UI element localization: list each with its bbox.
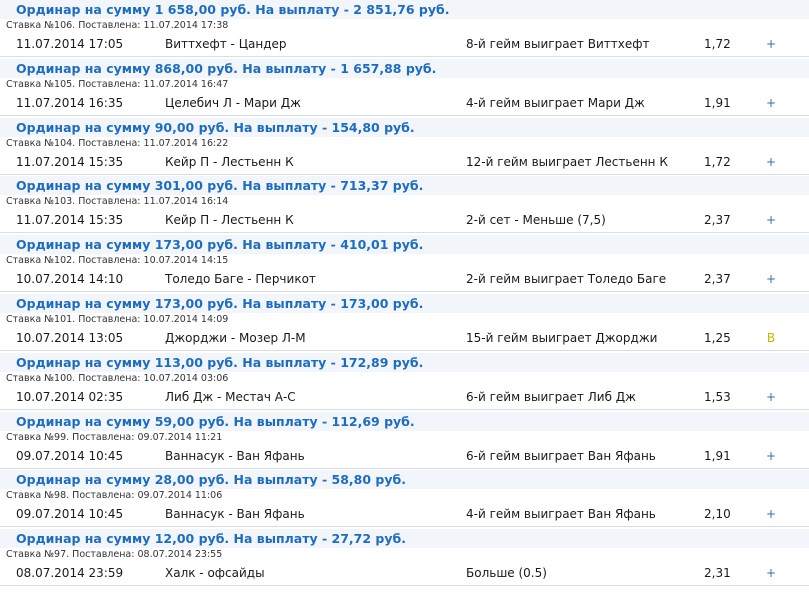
bet-entry: Ординар на сумму 28,00 руб. На выплату -… <box>0 470 809 529</box>
bet-entry: Ординар на сумму 868,00 руб. На выплату … <box>0 58 809 118</box>
bet-summary-title: Ординар на сумму 90,00 руб. На выплату -… <box>16 119 415 135</box>
bet-entry: Ординар на сумму 113,00 руб. На выплату … <box>0 352 809 412</box>
bet-detail-row: 09.07.2014 10:45 Ваннасук - Ван Яфань 6-… <box>0 445 809 469</box>
match-name: Халк - офсайды <box>165 566 265 581</box>
bet-result-mark: + <box>765 213 777 228</box>
bet-odds: 1,25 <box>704 330 731 345</box>
bet-summary-title: Ординар на сумму 113,00 руб. На выплату … <box>16 354 424 370</box>
bet-summary-title: Ординар на сумму 59,00 руб. На выплату -… <box>16 413 415 429</box>
event-datetime: 11.07.2014 15:35 <box>16 154 124 169</box>
bet-meta-info: Ставка №103. Поставлена: 11.07.2014 16:1… <box>6 196 229 208</box>
bet-result-mark: + <box>765 566 777 581</box>
bet-detail-row: 10.07.2014 13:05 Джорджи - Мозер Л-М 15-… <box>0 327 809 351</box>
bet-summary-title: Ординар на сумму 28,00 руб. На выплату -… <box>16 472 406 488</box>
bet-odds: 2,10 <box>704 507 731 522</box>
bet-outcome: 4-й гейм выиграет Ван Яфань <box>466 507 656 522</box>
bet-summary-title: Ординар на сумму 173,00 руб. На выплату … <box>16 237 424 253</box>
bet-outcome: 6-й гейм выиграет Ван Яфань <box>466 448 656 463</box>
bet-meta-info: Ставка №98. Поставлена: 09.07.2014 11:06 <box>6 490 223 502</box>
event-datetime: 09.07.2014 10:45 <box>16 507 124 522</box>
match-name: Кейр П - Лестьенн К <box>165 213 294 228</box>
bet-outcome: 4-й гейм выиграет Мари Дж <box>466 95 645 110</box>
bet-odds: 1,91 <box>704 448 731 463</box>
bet-result-mark: + <box>765 507 777 522</box>
event-datetime: 10.07.2014 13:05 <box>16 330 124 345</box>
bet-result-mark: В <box>766 330 776 345</box>
match-name: Ваннасук - Ван Яфань <box>165 507 305 522</box>
bet-outcome: 2-й сет - Меньше (7,5) <box>466 213 606 228</box>
bet-meta-info: Ставка №101. Поставлена: 10.07.2014 14:0… <box>6 313 229 325</box>
bet-meta-info: Ставка №99. Поставлена: 09.07.2014 11:21 <box>6 431 223 443</box>
bet-entry: Ординар на сумму 1 658,00 руб. На выплат… <box>0 0 809 59</box>
bet-detail-row: 11.07.2014 16:35 Целебич Л - Мари Дж 4-й… <box>0 92 809 116</box>
bet-detail-row: 11.07.2014 15:35 Кейр П - Лестьенн К 12-… <box>0 151 809 175</box>
bet-entry: Ординар на сумму 173,00 руб. На выплату … <box>0 235 809 294</box>
event-datetime: 11.07.2014 15:35 <box>16 213 124 228</box>
event-datetime: 11.07.2014 17:05 <box>16 37 124 51</box>
bet-result-mark: + <box>765 389 777 404</box>
bet-history-list: Ординар на сумму 1 658,00 руб. На выплат… <box>0 0 809 588</box>
bet-result-mark: + <box>765 272 777 287</box>
bet-summary-title: Ординар на сумму 12,00 руб. На выплату -… <box>16 531 406 547</box>
bet-result-mark: + <box>765 448 777 463</box>
bet-entry: Ординар на сумму 90,00 руб. На выплату -… <box>0 117 809 177</box>
bet-meta-info: Ставка №104. Поставлена: 11.07.2014 16:2… <box>6 137 229 149</box>
event-datetime: 08.07.2014 23:59 <box>16 566 124 581</box>
bet-odds: 1,53 <box>704 389 731 404</box>
match-name: Целебич Л - Мари Дж <box>165 95 301 110</box>
bet-odds: 2,37 <box>704 272 731 287</box>
bet-meta-info: Ставка №97. Поставлена: 08.07.2014 23:55 <box>6 549 223 561</box>
bet-outcome: 15-й гейм выиграет Джорджи <box>466 330 658 345</box>
bet-detail-row: 10.07.2014 14:10 Толедо Баге - Перчикот … <box>0 268 809 293</box>
bet-result-mark: + <box>765 154 777 169</box>
bet-entry: Ординар на сумму 173,00 руб. На выплату … <box>0 293 809 353</box>
bet-detail-row: 11.07.2014 17:05 Виттхефт - Цандер 8-й г… <box>0 33 809 57</box>
bet-summary-title: Ординар на сумму 173,00 руб. На выплату … <box>16 295 424 311</box>
event-datetime: 09.07.2014 10:45 <box>16 448 124 463</box>
bet-odds: 1,91 <box>704 95 731 110</box>
bet-entry: Ординар на сумму 12,00 руб. На выплату -… <box>0 529 809 588</box>
match-name: Либ Дж - Местач А-С <box>165 389 296 404</box>
event-datetime: 11.07.2014 16:35 <box>16 95 124 110</box>
bet-detail-row: 09.07.2014 10:45 Ваннасук - Ван Яфань 4-… <box>0 503 809 528</box>
match-name: Ваннасук - Ван Яфань <box>165 448 305 463</box>
bet-outcome: 6-й гейм выиграет Либ Дж <box>466 389 636 404</box>
event-datetime: 10.07.2014 14:10 <box>16 272 124 287</box>
bet-odds: 1,72 <box>704 37 731 51</box>
match-name: Джорджи - Мозер Л-М <box>165 330 306 345</box>
bet-meta-info: Ставка №100. Поставлена: 10.07.2014 03:0… <box>6 372 229 384</box>
bet-outcome: 2-й гейм выиграет Толедо Баге <box>466 272 667 287</box>
bet-detail-row: 08.07.2014 23:59 Халк - офсайды Больше (… <box>0 562 809 587</box>
match-name: Кейр П - Лестьенн К <box>165 154 294 169</box>
bet-outcome: 12-й гейм выиграет Лестьенн К <box>466 154 668 169</box>
bet-detail-row: 11.07.2014 15:35 Кейр П - Лестьенн К 2-й… <box>0 209 809 234</box>
bet-result-mark: + <box>765 37 777 51</box>
bet-odds: 2,37 <box>704 213 731 228</box>
bet-summary-title: Ординар на сумму 1 658,00 руб. На выплат… <box>16 2 450 17</box>
bet-outcome: 8-й гейм выиграет Виттхефт <box>466 37 650 51</box>
bet-meta-info: Ставка №106. Поставлена: 11.07.2014 17:3… <box>6 20 229 31</box>
match-name: Виттхефт - Цандер <box>165 37 287 51</box>
bet-outcome: Больше (0.5) <box>466 566 547 581</box>
bet-meta-info: Ставка №102. Поставлена: 10.07.2014 14:1… <box>6 255 229 267</box>
bet-entry: Ординар на сумму 59,00 руб. На выплату -… <box>0 411 809 471</box>
match-name: Толедо Баге - Перчикот <box>165 272 316 287</box>
bet-odds: 1,72 <box>704 154 731 169</box>
bet-summary-title: Ординар на сумму 868,00 руб. На выплату … <box>16 60 437 76</box>
event-datetime: 10.07.2014 02:35 <box>16 389 124 404</box>
bet-result-mark: + <box>765 95 777 110</box>
bet-summary-title: Ординар на сумму 301,00 руб. На выплату … <box>16 178 424 194</box>
bet-meta-info: Ставка №105. Поставлена: 11.07.2014 16:4… <box>6 78 229 90</box>
bet-entry: Ординар на сумму 301,00 руб. На выплату … <box>0 176 809 235</box>
bet-detail-row: 10.07.2014 02:35 Либ Дж - Местач А-С 6-й… <box>0 386 809 410</box>
bet-odds: 2,31 <box>704 566 731 581</box>
